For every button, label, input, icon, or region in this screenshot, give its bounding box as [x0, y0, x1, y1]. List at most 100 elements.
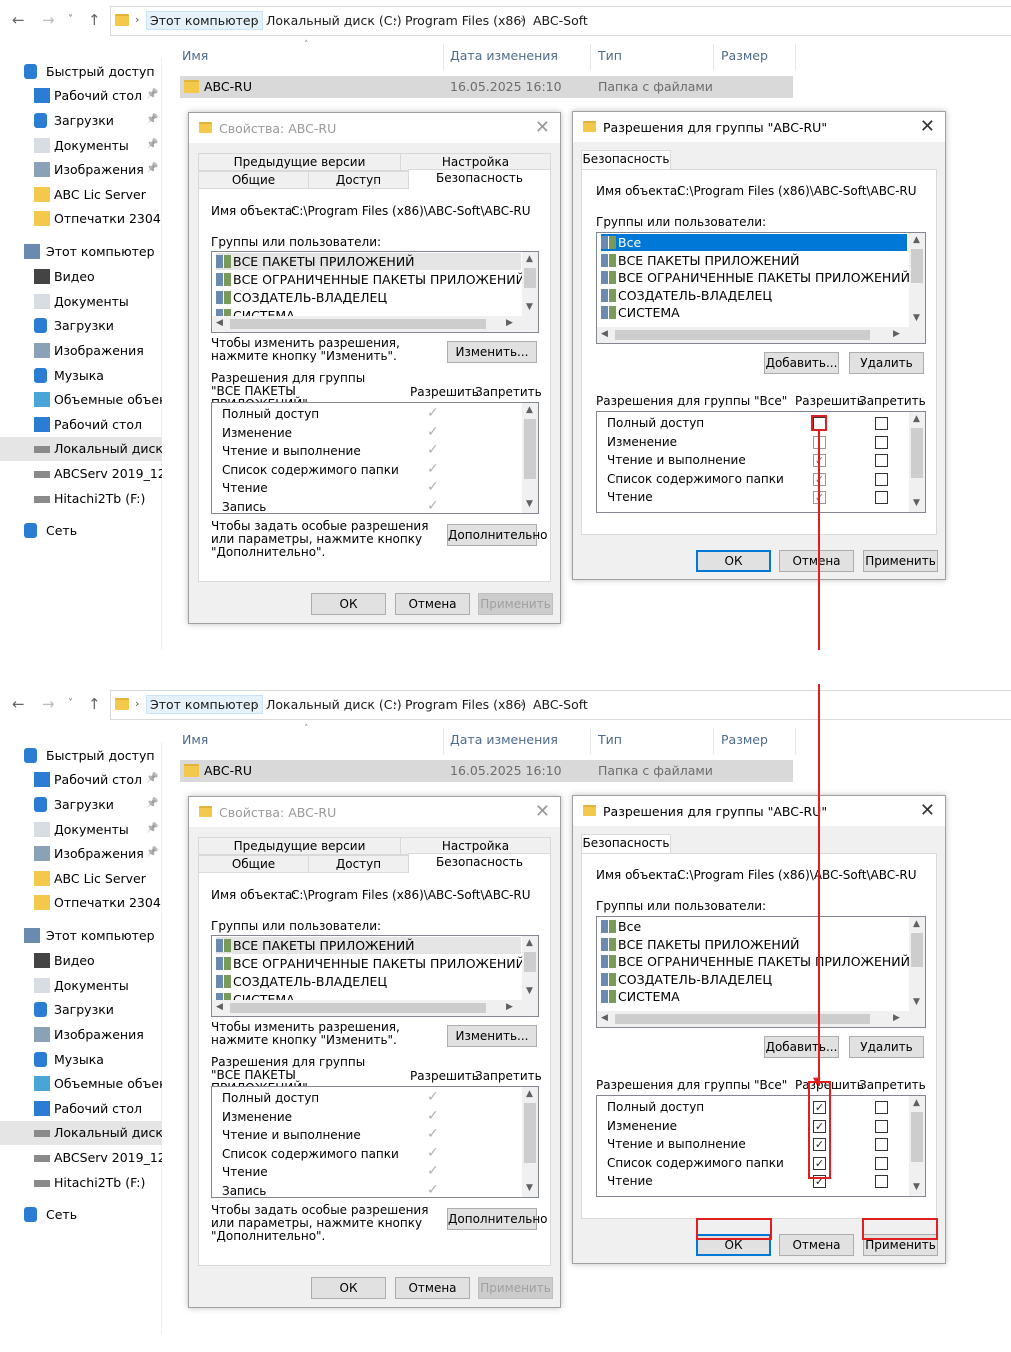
- scroll-down-icon[interactable]: ▼: [913, 997, 920, 1007]
- column-divider[interactable]: [590, 44, 591, 70]
- sidebar-item[interactable]: Изображения 📌: [0, 842, 162, 866]
- sidebar-item[interactable]: Документы 📌: [0, 818, 162, 842]
- list-item[interactable]: ВСЕ ПАКЕТЫ ПРИЛОЖЕНИЙ: [601, 252, 800, 269]
- tab-security[interactable]: Безопасность: [581, 834, 671, 854]
- vertical-scrollbar[interactable]: ▲ ▼: [909, 917, 925, 1011]
- recent-chevron-icon[interactable]: ˅: [68, 12, 73, 28]
- advanced-button[interactable]: Дополнительно: [447, 524, 548, 546]
- scroll-up-icon[interactable]: ▲: [526, 254, 533, 264]
- sidebar-item[interactable]: Сеть: [0, 519, 162, 543]
- scroll-down-icon[interactable]: ▼: [913, 313, 920, 323]
- sidebar-item[interactable]: Загрузки: [0, 314, 162, 338]
- change-button[interactable]: Изменить...: [447, 341, 537, 363]
- remove-button[interactable]: Удалить: [849, 1036, 924, 1058]
- file-row-abc-ru[interactable]: ABC-RU 16.05.2025 16:10 Папка с файлами: [180, 76, 793, 98]
- sidebar-item[interactable]: Hitachi2Tb (F:): [0, 1171, 162, 1195]
- column-divider[interactable]: [795, 728, 796, 754]
- sidebar-item[interactable]: Музыка: [0, 1048, 162, 1072]
- change-button[interactable]: Изменить...: [447, 1025, 537, 1047]
- deny-checkbox[interactable]: [875, 491, 888, 504]
- scroll-left-icon[interactable]: ◀: [601, 329, 608, 339]
- deny-checkbox[interactable]: [875, 1156, 888, 1170]
- breadcrumb-abc-soft[interactable]: ABC-Soft: [533, 697, 588, 712]
- scroll-up-icon[interactable]: ▲: [913, 235, 920, 245]
- list-item[interactable]: ВСЕ ОГРАНИЧЕННЫЕ ПАКЕТЫ ПРИЛОЖЕНИЙ: [601, 269, 910, 286]
- scroll-right-icon[interactable]: ▶: [893, 1013, 900, 1023]
- deny-checkbox[interactable]: [875, 1138, 888, 1151]
- remove-button[interactable]: Удалить: [849, 352, 924, 374]
- list-item[interactable]: ВСЕ ПАКЕТЫ ПРИЛОЖЕНИЙ: [601, 936, 800, 953]
- list-item[interactable]: СОЗДАТЕЛЬ-ВЛАДЕЛЕЦ: [216, 289, 387, 306]
- scroll-left-icon[interactable]: ◀: [216, 1002, 223, 1012]
- cancel-button[interactable]: Отмена: [779, 550, 854, 572]
- forward-arrow-icon[interactable]: →: [42, 12, 55, 28]
- tab-previous-versions[interactable]: Предыдущие версии: [198, 837, 401, 855]
- allow-checkbox[interactable]: [813, 1119, 826, 1133]
- scroll-up-icon[interactable]: ▲: [526, 1089, 533, 1099]
- forward-arrow-icon[interactable]: →: [42, 696, 55, 712]
- ok-button[interactable]: ОК: [311, 593, 386, 615]
- sidebar-item[interactable]: Отпечатки 2304: [0, 891, 162, 915]
- back-arrow-icon[interactable]: ←: [12, 696, 25, 712]
- sidebar-item[interactable]: Объемные объекты: [0, 1072, 162, 1096]
- horizontal-scrollbar[interactable]: ◀ ▶: [597, 327, 925, 343]
- tab-security[interactable]: Безопасность: [581, 150, 671, 170]
- close-icon[interactable]: ✕: [920, 116, 935, 137]
- sidebar-item[interactable]: Этот компьютер: [0, 924, 162, 948]
- groups-list[interactable]: Все ВСЕ ПАКЕТЫ ПРИЛОЖЕНИЙ ВСЕ ОГРАНИЧЕННЫЕ…: [596, 232, 926, 344]
- list-item[interactable]: СИСТЕМА: [601, 988, 680, 1005]
- list-item[interactable]: ВСЕ ОГРАНИЧЕННЫЕ ПАКЕТЫ ПРИЛОЖЕНИЙ: [216, 271, 525, 288]
- column-header-size[interactable]: Размер: [721, 48, 768, 63]
- sidebar-item[interactable]: Загрузки: [0, 998, 162, 1022]
- allow-checkbox[interactable]: [813, 1175, 826, 1188]
- breadcrumb-abc-soft[interactable]: ABC-Soft: [533, 13, 588, 28]
- scroll-left-icon[interactable]: ◀: [601, 1013, 608, 1023]
- scroll-up-icon[interactable]: ▲: [526, 938, 533, 948]
- sidebar-item[interactable]: Отпечатки 2304: [0, 207, 162, 231]
- scroll-right-icon[interactable]: ▶: [506, 1002, 513, 1012]
- up-arrow-icon[interactable]: ↑: [88, 696, 101, 712]
- list-item[interactable]: Все: [601, 918, 641, 935]
- up-arrow-icon[interactable]: ↑: [88, 12, 101, 28]
- vertical-scrollbar[interactable]: ▲ ▼: [909, 1096, 925, 1196]
- vertical-scrollbar[interactable]: ▲ ▼: [522, 403, 538, 513]
- sidebar-item[interactable]: Изображения 📌: [0, 158, 162, 182]
- list-item[interactable]: ВСЕ ОГРАНИЧЕННЫЕ ПАКЕТЫ ПРИЛОЖЕНИЙ: [601, 953, 910, 970]
- cancel-button[interactable]: Отмена: [395, 593, 470, 615]
- horizontal-scrollbar[interactable]: ◀ ▶: [212, 316, 538, 332]
- column-divider[interactable]: [443, 728, 444, 754]
- close-icon[interactable]: ✕: [535, 117, 550, 138]
- scroll-right-icon[interactable]: ▶: [893, 329, 900, 339]
- sidebar-item[interactable]: Видео: [0, 949, 162, 973]
- deny-checkbox[interactable]: [875, 454, 888, 467]
- ok-button[interactable]: ОК: [696, 550, 771, 572]
- allow-checkbox[interactable]: [813, 417, 826, 430]
- sidebar-item[interactable]: ABCServ 2019_12_12: [0, 1146, 162, 1170]
- tab-security[interactable]: Безопасность: [408, 853, 551, 873]
- sidebar-item[interactable]: ABCServ 2019_12_12: [0, 462, 162, 486]
- deny-checkbox[interactable]: [875, 435, 888, 449]
- scroll-up-icon[interactable]: ▲: [913, 1098, 920, 1108]
- cancel-button[interactable]: Отмена: [395, 1277, 470, 1299]
- vertical-scrollbar[interactable]: ▲ ▼: [909, 233, 925, 327]
- tab-sharing[interactable]: Доступ: [308, 855, 409, 873]
- scroll-right-icon[interactable]: ▶: [506, 318, 513, 328]
- column-divider[interactable]: [795, 44, 796, 70]
- back-arrow-icon[interactable]: ←: [12, 12, 25, 28]
- address-box[interactable]: › Этот компьютер › Локальный диск (C:) ›…: [110, 690, 1011, 720]
- vertical-scrollbar[interactable]: ▲ ▼: [522, 936, 538, 1000]
- groups-list[interactable]: Все ВСЕ ПАКЕТЫ ПРИЛОЖЕНИЙ ВСЕ ОГРАНИЧЕННЫЕ…: [596, 916, 926, 1028]
- tab-sharing[interactable]: Доступ: [308, 171, 409, 189]
- breadcrumb-local-disk[interactable]: Локальный диск (C:): [266, 13, 402, 28]
- add-button[interactable]: Добавить...: [764, 1036, 839, 1058]
- column-header-size[interactable]: Размер: [721, 732, 768, 747]
- sidebar-item[interactable]: Документы: [0, 290, 162, 314]
- sidebar-item[interactable]: Hitachi2Tb (F:): [0, 487, 162, 511]
- sidebar-item[interactable]: Рабочий стол 📌: [0, 84, 162, 108]
- tab-previous-versions[interactable]: Предыдущие версии: [198, 153, 401, 171]
- scroll-down-icon[interactable]: ▼: [526, 499, 533, 509]
- scroll-down-icon[interactable]: ▼: [913, 498, 920, 508]
- sidebar-item[interactable]: Музыка: [0, 364, 162, 388]
- scroll-up-icon[interactable]: ▲: [913, 919, 920, 929]
- scroll-up-icon[interactable]: ▲: [526, 405, 533, 415]
